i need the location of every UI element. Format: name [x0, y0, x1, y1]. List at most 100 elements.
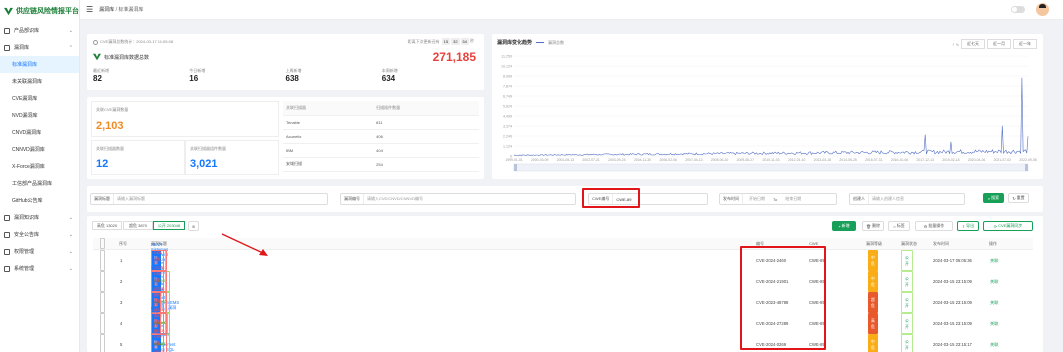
table-row[interactable]: 4标准pgx SQL注入漏洞 CVE-2024-27289GitHubX-For…	[93, 305, 1033, 342]
menu-toggle-icon[interactable]: ☰	[86, 5, 93, 14]
avatar[interactable]	[1036, 3, 1049, 16]
x-tick-label: 2019-02-18	[942, 158, 959, 162]
chevron-down-icon: ⌄	[68, 248, 73, 255]
annotation-arrow	[221, 233, 268, 256]
y-tick-label: 2,249	[503, 135, 512, 139]
line-chart-icon[interactable]: ∿	[956, 42, 959, 47]
severity-badge: 中危	[868, 334, 878, 352]
severity-badge: 高危	[868, 313, 878, 334]
link-action[interactable]: 关联	[990, 313, 998, 334]
sidebar-subitem[interactable]: CNVD漏洞库	[0, 124, 79, 141]
y-tick-label: 5,624	[503, 105, 512, 109]
trend-chart[interactable]: 11,250 10,124 8,999 7,874 6,749 5,624 4,499 3,3…	[492, 48, 1043, 178]
zoom-slider[interactable]	[513, 163, 1029, 172]
theme-toggle[interactable]	[1011, 6, 1025, 13]
status-badge: 公开	[901, 271, 913, 292]
date-filter[interactable]: 发布时间 开始日期 To 结束日期	[719, 193, 837, 205]
x-tick-label: 1999-01-01	[505, 158, 522, 162]
vuln-no-filter[interactable]: 漏洞编号 请输入CVE/CNVD/CNNVD编号	[340, 193, 576, 205]
sidebar-subitem[interactable]: 工信部产品漏洞库	[0, 175, 79, 192]
creator-filter[interactable]: 创建人 请输入创建人信息	[849, 193, 965, 205]
chart-legend[interactable]: 漏洞总数	[548, 40, 564, 46]
row-index: 5	[120, 342, 123, 347]
y-tick-label: 6,749	[503, 95, 512, 99]
sidebar-item-1[interactable]: 漏洞库 ⌃	[0, 39, 79, 56]
app-logo[interactable]: 供应链风险情报平台	[0, 0, 79, 22]
sidebar-subitem[interactable]: CNNVD漏洞库	[0, 141, 79, 158]
y-tick-label: 11,250	[501, 55, 512, 59]
row-index: 2	[120, 279, 123, 284]
row-checkbox[interactable]	[100, 250, 105, 271]
severity-badge: 中危	[868, 250, 878, 271]
scanner-count: 12	[96, 158, 109, 170]
countdown-digit: 15	[441, 38, 451, 45]
chevron-up-icon: ⌃	[68, 44, 73, 51]
brand-icon	[93, 53, 101, 61]
sidebar-subitem[interactable]: NVD漏洞库	[0, 107, 79, 124]
x-tick-label: 2021-07-02	[994, 158, 1011, 162]
table-row[interactable]: 3 标准 Fortinet FortiClientEMS SQL注入漏洞 CVE X-F…	[93, 292, 1033, 314]
title-filter[interactable]: 漏洞标题 请输入漏洞标题	[90, 193, 328, 205]
sidebar-subitem[interactable]: CVE漏洞库	[0, 90, 79, 107]
id-cwe-highlight-box	[740, 246, 826, 350]
row-checkbox[interactable]	[100, 334, 105, 352]
filter-tab[interactable]: 公开 203048	[153, 221, 185, 230]
sidebar-subitem[interactable]: 未关联漏洞库	[0, 73, 79, 90]
link-action[interactable]: 关联	[990, 271, 998, 292]
action-button-2[interactable]: ⌂ 标签	[888, 221, 910, 231]
y-tick-label: 7,874	[503, 85, 512, 89]
sidebar-item-5[interactable]: 系统管理 ⌄	[0, 260, 79, 277]
reset-button[interactable]: ↻ 重置	[1008, 193, 1029, 203]
filter-tab[interactable]: 高危 13020	[92, 221, 122, 230]
x-tick-label: 2007-04-13	[685, 158, 702, 162]
action-button-1[interactable]: 🗑 删除	[862, 221, 884, 231]
filter-icon-button[interactable]: ⊘	[188, 221, 199, 231]
sidebar-subitem[interactable]: GitHub公告库	[0, 192, 79, 209]
row-checkbox[interactable]	[100, 271, 105, 292]
sync-icon: ⟳	[993, 223, 998, 229]
table-row[interactable]: 5标准Kashipara Food Management System SQL注…	[93, 332, 1033, 352]
update-time: CVE漏洞总数统计：2024-03-17 11:05:08	[100, 39, 174, 44]
chevron-down-icon: ⌄	[68, 231, 73, 238]
x-tick-label: 2020-04-26	[968, 158, 985, 162]
cwe-highlight-box	[582, 188, 640, 208]
row-checkbox[interactable]	[100, 292, 105, 313]
sidebar-item-0[interactable]: 产品部识库 ⌄	[0, 22, 79, 39]
sidebar-item-3[interactable]: 安全公告库 ⌄	[0, 226, 79, 243]
sidebar-item-4[interactable]: 权限管理 ⌄	[0, 243, 79, 260]
stat-item: 本周新增 634	[381, 68, 398, 83]
chevron-down-icon: ⌄	[68, 265, 73, 272]
filter-tab[interactable]: 超危 3870	[123, 221, 153, 230]
action-button-0[interactable]: + 新增	[832, 221, 856, 231]
row-index: 1	[120, 258, 123, 263]
search-button[interactable]: ⌕ 搜索	[983, 193, 1004, 203]
table-row[interactable]: 2标准SNAP Systems跨防产品SQL注入漏洞CVECNNVDX-Forc…	[93, 265, 1033, 298]
breadcrumb-root[interactable]: 漏洞库	[99, 7, 114, 13]
select-all-checkbox[interactable]	[100, 238, 105, 249]
link-action[interactable]: 关联	[990, 250, 998, 271]
x-tick-label: 2009-08-27	[737, 158, 754, 162]
sidebar-item-2[interactable]: 漏洞知识库 ⌄	[0, 209, 79, 226]
table-cell: 254	[373, 157, 479, 172]
action-button-3[interactable]: ⚙ 批量操作	[915, 221, 953, 231]
x-tick-label: 2003-09-25	[608, 158, 625, 162]
row-checkbox[interactable]	[100, 313, 105, 334]
publish-time: 2024-03-17 06:05:36	[933, 258, 972, 263]
status-badge: 公开	[901, 292, 913, 313]
menu-icon	[4, 231, 10, 238]
stat-item: 今日新增 16	[189, 68, 206, 83]
sidebar-subitem[interactable]: 标准漏洞库	[0, 56, 79, 73]
zoom-handle-left[interactable]	[514, 164, 517, 171]
x-tick-label: 2022-09-08	[1019, 158, 1036, 162]
action-button-4[interactable]: ⇪ 导出	[957, 221, 979, 231]
x-tick-label: 2016-10-06	[891, 158, 908, 162]
link-action[interactable]: 关联	[990, 292, 998, 313]
bar-chart-icon[interactable]: ⫶	[953, 42, 954, 47]
link-action[interactable]: 关联	[990, 334, 998, 352]
zoom-handle-right[interactable]	[1025, 164, 1028, 171]
refresh-icon: ↻	[1012, 195, 1016, 201]
sidebar-subitem[interactable]: X-Force漏洞库	[0, 158, 79, 175]
scanner-table: 关联扫描器 扫描插件数量 Tenable 811 Acunetix 406 IBM 404 安…	[283, 101, 479, 172]
action-button-5[interactable]: ⟳ CVE漏洞同步	[983, 221, 1033, 231]
menu-icon	[4, 44, 10, 51]
